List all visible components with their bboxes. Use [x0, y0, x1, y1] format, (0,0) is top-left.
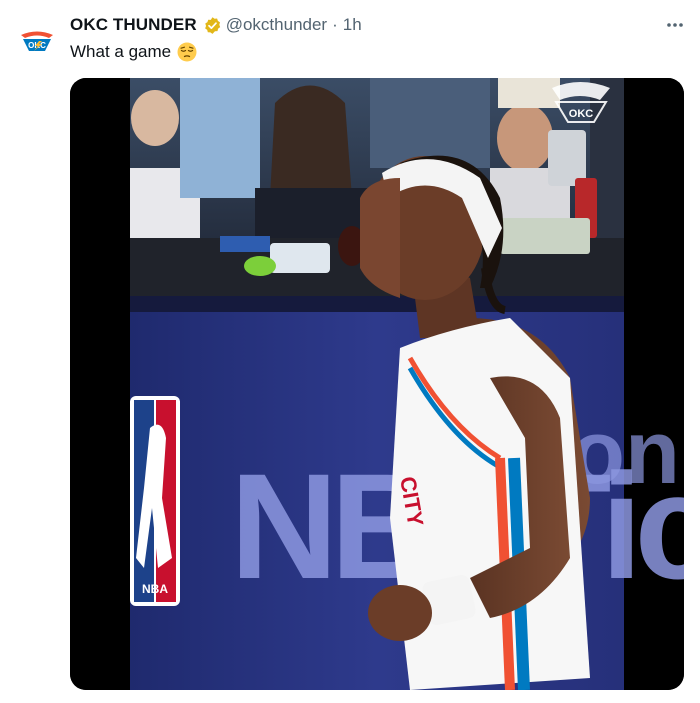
pensive-face-icon [177, 42, 197, 62]
tweet-text: What a game [70, 40, 197, 64]
author-handle[interactable]: @okcthunder [226, 15, 327, 35]
video-frame: NBATic on NBA [70, 78, 684, 690]
avatar[interactable]: OKC [18, 22, 56, 60]
author-name[interactable]: OKC THUNDER [70, 15, 197, 35]
nba-logo-icon: NBA [130, 396, 180, 606]
more-icon[interactable] [664, 14, 686, 36]
nba-logo-text: NBA [142, 582, 168, 596]
tweet-header: OKC THUNDER @okcthunder · 1h [70, 14, 362, 36]
watermark-text: OKC [569, 108, 594, 120]
video-player[interactable]: NBATic on NBA [70, 78, 684, 690]
verified-badge-icon[interactable] [203, 16, 222, 35]
timestamp[interactable]: 1h [343, 15, 362, 35]
tweet-body: What a game [70, 42, 172, 61]
separator-dot: · [332, 15, 338, 34]
okc-thunder-logo-icon: OKC [21, 31, 53, 51]
